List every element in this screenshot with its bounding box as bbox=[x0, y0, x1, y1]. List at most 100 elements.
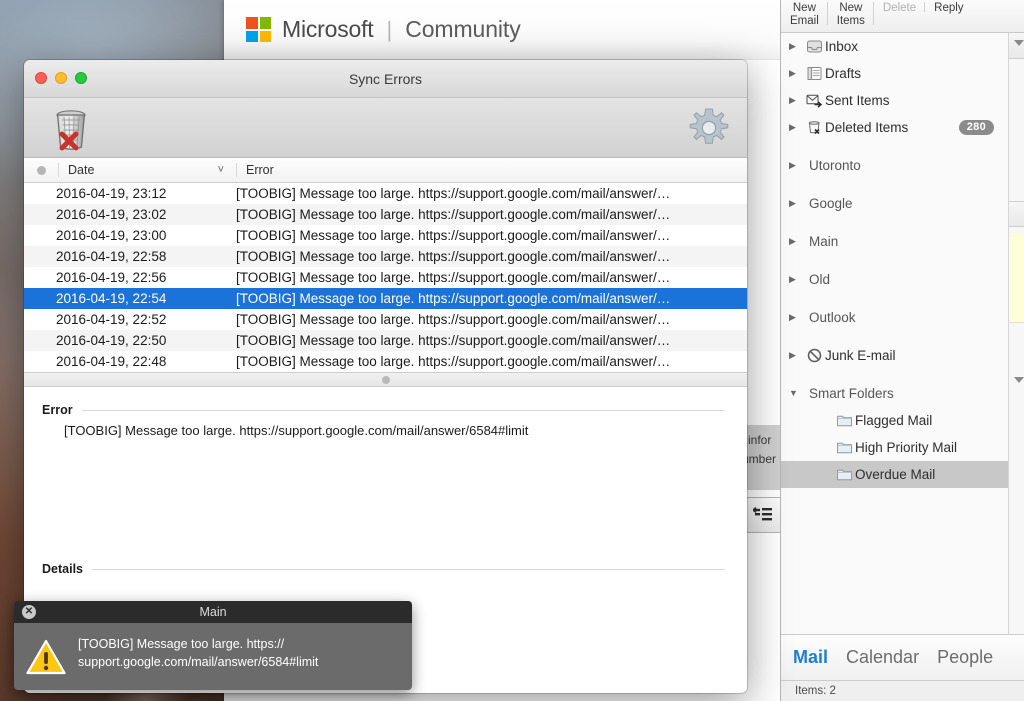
folder-label: Outlook bbox=[809, 310, 856, 325]
row-date: 2016-04-19, 23:12 bbox=[56, 186, 167, 201]
folder-item-flagged-mail[interactable]: ▶Flagged Mail bbox=[781, 407, 1008, 434]
error-list-header[interactable]: Date ˅ Error bbox=[24, 158, 747, 183]
ribbon-button-new-items[interactable]: New Items bbox=[828, 0, 875, 28]
table-row[interactable]: 2016-04-19, 22:54 [TOOBIG] Message too la… bbox=[24, 288, 747, 309]
details-section-label: Details bbox=[42, 562, 83, 576]
ribbon-button-delete[interactable]: Delete bbox=[874, 0, 926, 15]
error-detail-text: [TOOBIG] Message too large. https://supp… bbox=[64, 423, 529, 438]
module-tab-calendar[interactable]: Calendar bbox=[846, 647, 919, 668]
chevron-right-icon[interactable]: ▶ bbox=[789, 351, 803, 360]
outlook-ribbon[interactable]: New Email New Items Delete Reply bbox=[781, 0, 1024, 33]
folder-item-inbox[interactable]: ▶ Inbox bbox=[781, 33, 1008, 60]
indent-list-button[interactable] bbox=[745, 497, 780, 533]
notification-header: ✕ Main bbox=[14, 601, 412, 623]
chevron-right-icon[interactable]: ▶ bbox=[789, 96, 803, 105]
sync-errors-window[interactable]: Sync Errors Date ˅ Error 2016-04-19, 23:… bbox=[24, 60, 747, 693]
gear-icon[interactable] bbox=[687, 106, 731, 150]
message-group-header[interactable] bbox=[1009, 201, 1024, 383]
folder-label: Deleted Items bbox=[825, 120, 909, 135]
chevron-right-icon[interactable]: ▶ bbox=[789, 69, 803, 78]
chevron-down-icon[interactable] bbox=[1014, 377, 1024, 383]
error-body-spacer bbox=[42, 438, 725, 562]
chevron-right-icon[interactable]: ▶ bbox=[789, 161, 803, 170]
folder-item-high-priority-mail[interactable]: ▶High Priority Mail bbox=[781, 434, 1008, 461]
folder-item-old[interactable]: ▶ Old bbox=[781, 266, 1008, 293]
section-divider bbox=[81, 409, 725, 411]
sent-icon bbox=[803, 93, 825, 108]
chevron-right-icon[interactable]: ▶ bbox=[789, 275, 803, 284]
error-list[interactable]: 2016-04-19, 23:12 [TOOBIG] Message too la… bbox=[24, 183, 747, 372]
folder-label: Drafts bbox=[825, 66, 862, 81]
folder-label: High Priority Mail bbox=[855, 440, 958, 455]
error-column-label: Error bbox=[246, 163, 274, 177]
module-tab-people[interactable]: People bbox=[937, 647, 993, 668]
drafts-icon bbox=[803, 66, 825, 81]
sync-error-notification[interactable]: ✕ Main [TOOBIG] Message too large. https… bbox=[14, 601, 412, 690]
folder-label: Flagged Mail bbox=[855, 413, 933, 428]
table-row[interactable]: 2016-04-19, 22:50 [TOOBIG] Message too la… bbox=[24, 330, 747, 351]
row-error: [TOOBIG] Message too large. https://supp… bbox=[236, 333, 671, 348]
table-row[interactable]: 2016-04-19, 22:56 [TOOBIG] Message too la… bbox=[24, 267, 747, 288]
row-error: [TOOBIG] Message too large. https://supp… bbox=[236, 228, 671, 243]
row-date: 2016-04-19, 22:54 bbox=[56, 291, 167, 306]
module-tab-mail[interactable]: Mail bbox=[793, 647, 828, 668]
table-row[interactable]: 2016-04-19, 22:52 [TOOBIG] Message too la… bbox=[24, 309, 747, 330]
error-section-header: Error bbox=[42, 403, 725, 417]
details-section-header: Details bbox=[42, 562, 725, 576]
folder-item-google[interactable]: ▶ Google bbox=[781, 190, 1008, 217]
outlook-window[interactable]: New Email New Items Delete Reply ▶ Inbox ▶ Draft… bbox=[780, 0, 1024, 701]
unread-count-badge: 280 bbox=[958, 120, 994, 135]
folder-label: Smart Folders bbox=[809, 386, 894, 401]
chevron-down-icon[interactable]: ▼ bbox=[789, 389, 803, 398]
folder-item-overdue-mail[interactable]: ▶Overdue Mail bbox=[781, 461, 1008, 488]
folder-item-junk-e-mail[interactable]: ▶ Junk E-mail bbox=[781, 342, 1008, 369]
chevron-right-icon[interactable]: ▶ bbox=[789, 199, 803, 208]
date-column-label: Date bbox=[68, 163, 95, 177]
chevron-right-icon[interactable]: ▶ bbox=[789, 237, 803, 246]
trash-delete-icon[interactable] bbox=[46, 104, 96, 154]
folder-item-outlook[interactable]: ▶ Outlook bbox=[781, 304, 1008, 331]
folder-item-utoronto[interactable]: ▶ Utoronto bbox=[781, 152, 1008, 179]
table-row[interactable]: 2016-04-19, 23:12 [TOOBIG] Message too la… bbox=[24, 183, 747, 204]
message-list-header[interactable] bbox=[1009, 33, 1024, 59]
folder-item-deleted-items[interactable]: ▶ Deleted Items 280 bbox=[781, 114, 1008, 141]
section-divider bbox=[92, 568, 725, 570]
outlook-module-tabs[interactable]: Mail Calendar People bbox=[781, 634, 1024, 680]
table-row[interactable]: 2016-04-19, 22:58 [TOOBIG] Message too la… bbox=[24, 246, 747, 267]
ribbon-button-new-email[interactable]: New Email bbox=[781, 0, 828, 28]
chevron-right-icon[interactable]: ▶ bbox=[789, 42, 803, 51]
chevron-right-icon[interactable]: ▶ bbox=[789, 313, 803, 322]
chevron-right-icon[interactable]: ▶ bbox=[789, 123, 803, 132]
row-date: 2016-04-19, 23:00 bbox=[56, 228, 167, 243]
table-row[interactable]: 2016-04-19, 23:02 [TOOBIG] Message too la… bbox=[24, 204, 747, 225]
chevron-down-icon[interactable]: ˅ bbox=[218, 164, 224, 176]
message-preview-highlight bbox=[1009, 233, 1024, 323]
folder-label: Sent Items bbox=[825, 93, 890, 108]
status-column-header[interactable] bbox=[24, 165, 58, 175]
pane-splitter-handle[interactable] bbox=[24, 372, 747, 387]
date-column-header[interactable]: Date ˅ bbox=[58, 163, 236, 177]
error-column-header[interactable]: Error bbox=[236, 163, 747, 177]
sync-errors-toolbar[interactable] bbox=[24, 98, 747, 158]
notification-message: [TOOBIG] Message too large. https:// sup… bbox=[78, 635, 318, 680]
folder-item-smart-folders[interactable]: ▼ Smart Folders bbox=[781, 380, 1008, 407]
ribbon-button-reply[interactable]: Reply bbox=[925, 0, 972, 15]
folder-label: Utoronto bbox=[809, 158, 861, 173]
ribbon-button-label: New bbox=[792, 2, 816, 14]
microsoft-logo-icon bbox=[246, 17, 271, 42]
row-error: [TOOBIG] Message too large. https://supp… bbox=[236, 270, 671, 285]
folder-item-sent-items[interactable]: ▶ Sent Items bbox=[781, 87, 1008, 114]
row-error: [TOOBIG] Message too large. https://supp… bbox=[236, 207, 671, 222]
table-row[interactable]: 2016-04-19, 22:48 [TOOBIG] Message too la… bbox=[24, 351, 747, 372]
trash-icon bbox=[803, 120, 825, 135]
window-title: Sync Errors bbox=[348, 71, 423, 87]
outlook-folder-list[interactable]: ▶ Inbox ▶ Drafts ▶ Sent Items ▶ Deleted Items 28… bbox=[781, 33, 1009, 634]
chevron-down-icon[interactable] bbox=[1014, 40, 1024, 46]
row-date: 2016-04-19, 22:50 bbox=[56, 333, 167, 348]
table-row[interactable]: 2016-04-19, 23:00 [TOOBIG] Message too la… bbox=[24, 225, 747, 246]
folder-item-drafts[interactable]: ▶ Drafts bbox=[781, 60, 1008, 87]
folder-item-main[interactable]: ▶ Main bbox=[781, 228, 1008, 255]
sync-errors-titlebar[interactable]: Sync Errors bbox=[24, 60, 747, 98]
row-error: [TOOBIG] Message too large. https://supp… bbox=[236, 312, 671, 327]
brand-separator: | bbox=[386, 16, 393, 42]
